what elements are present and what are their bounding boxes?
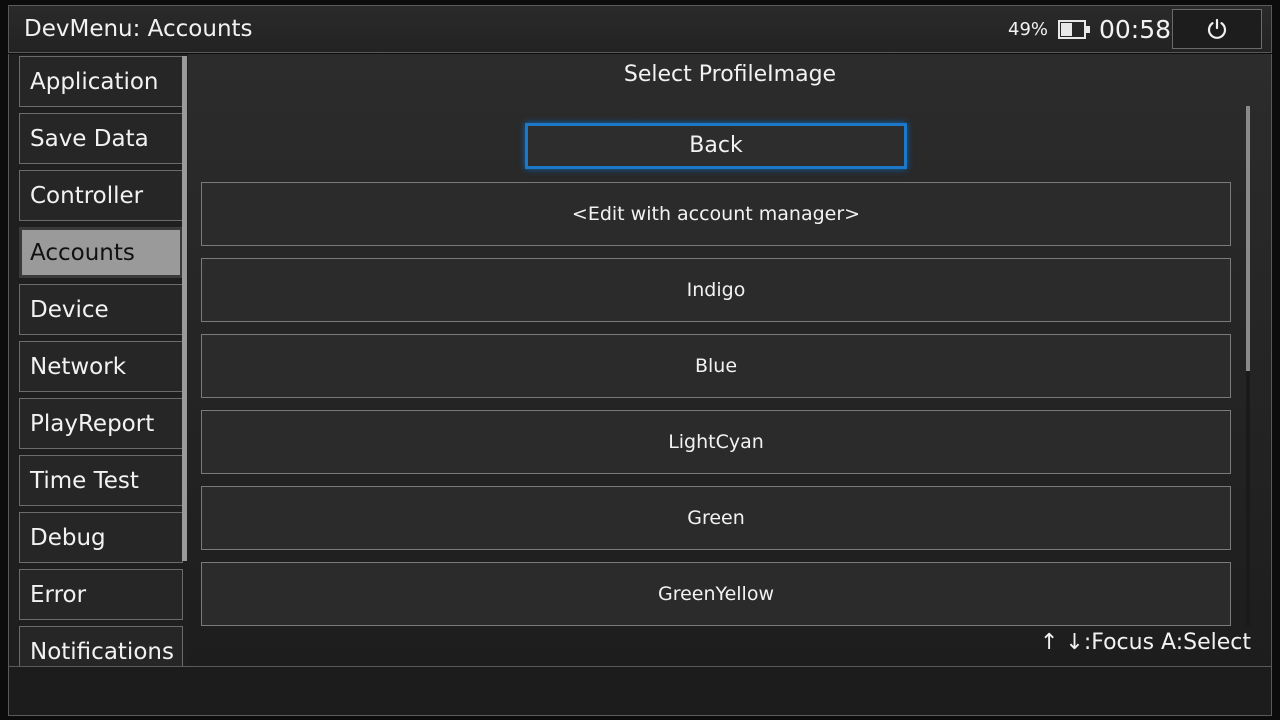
sidebar-item-controller[interactable]: Controller [19,170,183,221]
list-item-label: LightCyan [668,431,764,453]
list-item-label: GreenYellow [657,583,775,605]
header-bar: DevMenu: Accounts 49% 00:58 [8,5,1272,53]
sidebar-item-save-data[interactable]: Save Data [19,113,183,164]
sidebar-item-network[interactable]: Network [19,341,183,392]
app-title: DevMenu: Accounts [24,16,253,42]
back-button-label: Back [689,133,743,158]
power-button[interactable] [1172,9,1262,49]
battery-icon [1058,20,1090,39]
clock: 00:58 [1099,15,1172,44]
main-panel: Select ProfileImage Back <Edit with acco… [188,54,1272,666]
list-item-label: Blue [694,355,738,377]
sidebar-item-label: Save Data [30,126,149,152]
list-item-edit-with-account-manager[interactable]: <Edit with account manager> [201,182,1231,246]
sidebar-item-label: Application [30,69,159,95]
list-item-blue[interactable]: Blue [201,334,1231,398]
sidebar-item-playreport[interactable]: PlayReport [19,398,183,449]
sidebar-item-debug[interactable]: Debug [19,512,183,563]
sidebar-item-label: Debug [30,525,106,551]
sidebar-item-error[interactable]: Error [19,569,183,620]
sidebar-item-application[interactable]: Application [19,56,183,107]
sidebar-item-label: Device [30,297,109,323]
battery-percent: 49% [1008,19,1049,40]
page-title: Select ProfileImage [623,62,837,87]
sidebar-item-label: Error [30,582,87,608]
list-item-indigo[interactable]: Indigo [201,258,1231,322]
sidebar-item-label: Time Test [30,468,139,494]
sidebar-item-label: Notifications [30,639,174,665]
sidebar-item-time-test[interactable]: Time Test [19,455,183,506]
list-item-label: Green [687,507,745,529]
sidebar-item-device[interactable]: Device [19,284,183,335]
sidebar-scrollbar[interactable] [182,56,187,561]
sidebar-item-label: Network [30,354,127,380]
list-scrollbar-thumb[interactable] [1246,106,1250,371]
sidebar-item-accounts[interactable]: Accounts [19,227,183,278]
sidebar-item-label: PlayReport [30,411,155,437]
list-item-label: <Edit with account manager> [571,203,861,225]
sidebar-item-label: Controller [30,183,144,209]
screen-frame: DevMenu: Accounts 49% 00:58 Application … [0,0,1280,720]
sidebar: Application Save Data Controller Account… [8,54,188,666]
controls-hint: ↑ ↓:Focus A:Select [1039,630,1251,655]
list-item-green[interactable]: Green [201,486,1231,550]
power-icon [1207,18,1227,39]
sidebar-item-notifications[interactable]: Notifications [19,626,183,666]
footer-bar [8,666,1272,716]
list-item-greenyellow[interactable]: GreenYellow [201,562,1231,626]
list-item-label: Indigo [686,279,746,301]
sidebar-item-label: Accounts [30,240,135,266]
list-item-lightcyan[interactable]: LightCyan [201,410,1231,474]
back-button[interactable]: Back [525,123,907,169]
